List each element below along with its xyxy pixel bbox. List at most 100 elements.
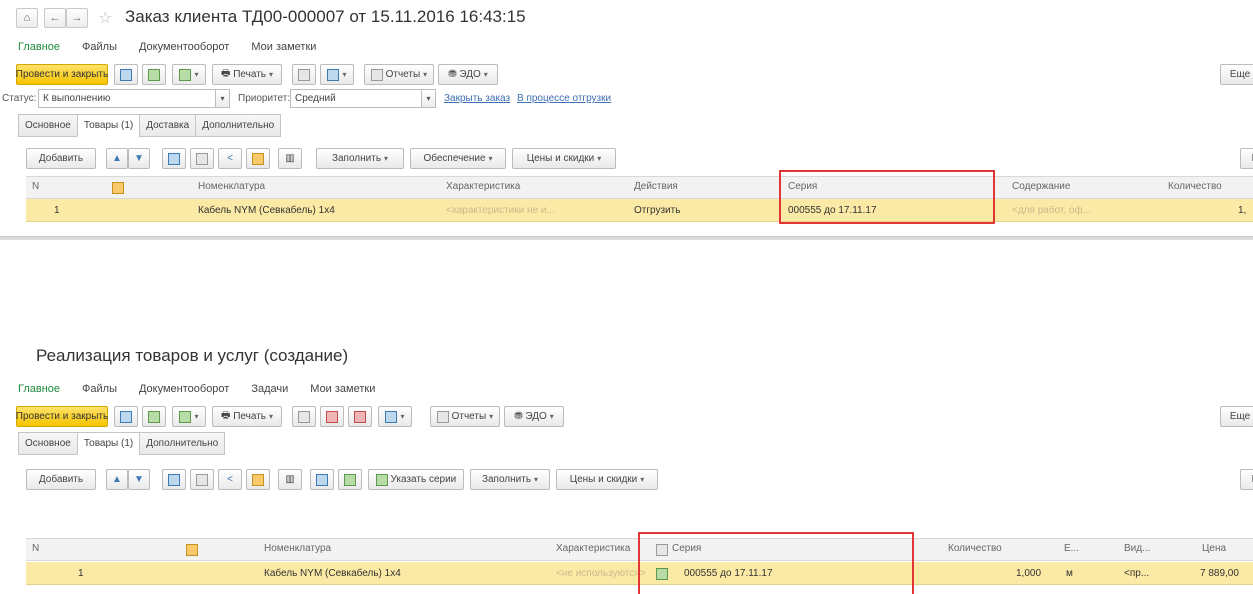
fill-button[interactable]: Заполнить ▾: [470, 469, 550, 490]
col-quantity[interactable]: Количество: [1168, 181, 1222, 192]
col-kind[interactable]: Вид...: [1124, 543, 1150, 554]
edo-button[interactable]: ⛃ ЭДО ▾: [504, 406, 564, 427]
create-based-button[interactable]: ▾: [172, 64, 206, 85]
col-n[interactable]: N: [32, 543, 39, 554]
row-action[interactable]: Отгрузить: [634, 205, 680, 216]
copy-row-button[interactable]: [162, 148, 186, 169]
more-button[interactable]: Еще: [1220, 406, 1253, 427]
load-button[interactable]: [338, 469, 362, 490]
row-unit[interactable]: м: [1066, 568, 1073, 579]
fill-button[interactable]: Заполнить ▾: [316, 148, 404, 169]
section-notes[interactable]: Мои заметки: [251, 41, 316, 53]
row-content[interactable]: <для работ, оф...: [1012, 205, 1091, 216]
paste-button[interactable]: [190, 469, 214, 490]
move-down-button[interactable]: ▼: [128, 148, 150, 169]
barcode-icon: ▥: [285, 153, 295, 164]
barcode-button[interactable]: ▥: [278, 148, 302, 169]
priority-field[interactable]: Средний: [290, 89, 422, 108]
move-down-button[interactable]: ▼: [128, 469, 150, 490]
discount-manual-button[interactable]: [348, 406, 372, 427]
row-quantity[interactable]: 1,: [1238, 205, 1246, 216]
discount-button[interactable]: [320, 406, 344, 427]
row-nomenclature[interactable]: Кабель NYM (Севкабель) 1х4: [198, 205, 335, 216]
add-row-button[interactable]: Добавить: [26, 148, 96, 169]
col-action[interactable]: Действия: [634, 181, 678, 192]
table-view-button[interactable]: [310, 469, 334, 490]
home-button[interactable]: ⌂: [16, 8, 38, 28]
section-main[interactable]: Главное: [18, 41, 60, 53]
window-splitter[interactable]: [0, 236, 1253, 240]
post-close-button[interactable]: Провести и закрыть: [16, 406, 108, 427]
table-more-button[interactable]: Е: [1240, 469, 1253, 490]
row-price[interactable]: 7 889,00: [1200, 568, 1239, 579]
row-quantity[interactable]: 1,000: [1016, 568, 1041, 579]
tab-main[interactable]: Основное: [18, 114, 77, 137]
priority-dropdown[interactable]: ▾: [422, 89, 436, 108]
split-button[interactable]: <: [218, 469, 242, 490]
col-n[interactable]: N: [32, 181, 39, 192]
save-button[interactable]: [114, 64, 138, 85]
col-price[interactable]: Цена: [1202, 543, 1226, 554]
row-nomenclature[interactable]: Кабель NYM (Севкабель) 1х4: [264, 568, 401, 579]
section-main[interactable]: Главное: [18, 383, 60, 395]
reports-button[interactable]: Отчеты ▾: [430, 406, 500, 427]
close-order-link[interactable]: Закрыть заказ: [444, 93, 510, 104]
select-button[interactable]: [246, 469, 270, 490]
tab-goods[interactable]: Товары (1): [76, 432, 140, 455]
structure-button[interactable]: [292, 406, 316, 427]
shipping-status-link[interactable]: В процессе отгрузки: [517, 93, 611, 104]
status-dropdown[interactable]: ▾: [216, 89, 230, 108]
col-nomenclature[interactable]: Номенклатура: [198, 181, 265, 192]
status-field[interactable]: К выполнению: [38, 89, 216, 108]
specify-series-button[interactable]: Указать серии: [368, 469, 464, 490]
col-characteristic[interactable]: Характеристика: [446, 181, 520, 192]
section-workflow[interactable]: Документооборот: [139, 41, 229, 53]
select-button[interactable]: [246, 148, 270, 169]
prices-discounts-button[interactable]: Цены и скидки ▾: [512, 148, 616, 169]
move-up-button[interactable]: ▲: [106, 469, 128, 490]
print-button[interactable]: 🖶 Печать ▾: [212, 406, 282, 427]
create-based-button[interactable]: ▾: [172, 406, 206, 427]
col-characteristic[interactable]: Характеристика: [556, 543, 630, 554]
structure-button[interactable]: [292, 64, 316, 85]
col-quantity[interactable]: Количество: [948, 543, 1002, 554]
print-button[interactable]: 🖶 Печать ▾: [212, 64, 282, 85]
post-close-button[interactable]: Провести и закрыть: [16, 64, 108, 85]
supply-button[interactable]: Обеспечение ▾: [410, 148, 506, 169]
section-files[interactable]: Файлы: [82, 383, 117, 395]
tab-delivery[interactable]: Доставка: [139, 114, 196, 137]
reports-button[interactable]: Отчеты ▾: [364, 64, 434, 85]
section-notes[interactable]: Мои заметки: [310, 383, 375, 395]
paste-button[interactable]: [190, 148, 214, 169]
section-tasks[interactable]: Задачи: [251, 383, 288, 395]
table-more-button[interactable]: Е: [1240, 148, 1253, 169]
row-characteristic[interactable]: <характеристики не и...: [446, 205, 555, 216]
forward-button[interactable]: →: [66, 8, 88, 28]
row-kind[interactable]: <пр...: [1124, 568, 1149, 579]
col-nomenclature[interactable]: Номенклатура: [264, 543, 331, 554]
more-button[interactable]: Еще: [1220, 64, 1253, 85]
copy-row-button[interactable]: [162, 469, 186, 490]
tab-additional[interactable]: Дополнительно: [195, 114, 282, 137]
col-content[interactable]: Содержание: [1012, 181, 1070, 192]
move-up-button[interactable]: ▲: [106, 148, 128, 169]
tab-goods[interactable]: Товары (1): [76, 114, 140, 137]
attach-button[interactable]: ▾: [378, 406, 412, 427]
post-button[interactable]: [142, 406, 166, 427]
post-button[interactable]: [142, 64, 166, 85]
prices-discounts-button[interactable]: Цены и скидки ▾: [556, 469, 658, 490]
save-button[interactable]: [114, 406, 138, 427]
tab-additional[interactable]: Дополнительно: [139, 432, 226, 455]
back-button[interactable]: ←: [44, 8, 66, 28]
barcode-button[interactable]: ▥: [278, 469, 302, 490]
section-workflow[interactable]: Документооборот: [139, 383, 229, 395]
attach-button[interactable]: ▾: [320, 64, 354, 85]
favorite-star-icon[interactable]: ☆: [98, 8, 112, 28]
tab-main[interactable]: Основное: [18, 432, 77, 455]
section-files[interactable]: Файлы: [82, 41, 117, 53]
add-row-button[interactable]: Добавить: [26, 469, 96, 490]
edo-button[interactable]: ⛃ ЭДО ▾: [438, 64, 498, 85]
row-characteristic[interactable]: <не используются>: [556, 568, 646, 579]
col-unit[interactable]: Е...: [1064, 543, 1079, 554]
split-button[interactable]: <: [218, 148, 242, 169]
